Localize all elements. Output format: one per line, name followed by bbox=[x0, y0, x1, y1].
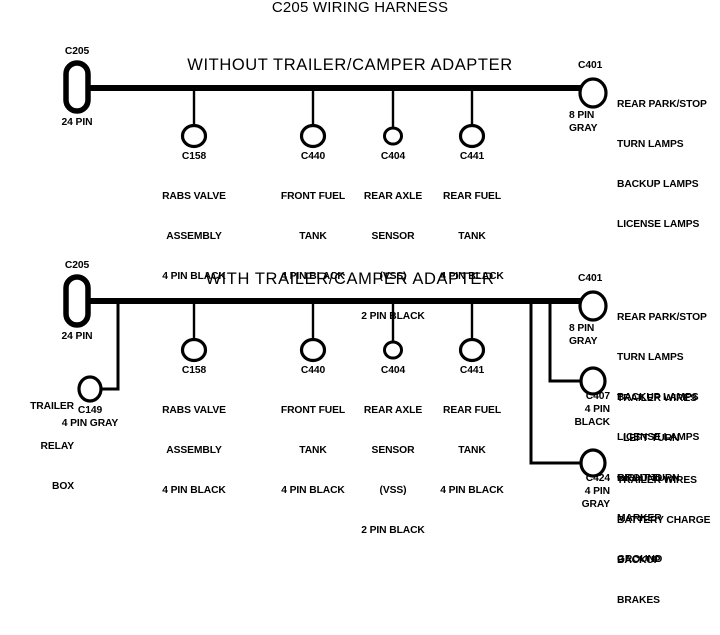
function-line: BACKUP bbox=[617, 555, 661, 567]
connector-c407-pins: 4 PIN bbox=[584, 404, 610, 415]
connector-c158-top-desc: RABS VALVE ASSEMBLY 4 PIN BLACK bbox=[144, 163, 244, 310]
connector-c149-shape bbox=[77, 375, 103, 403]
connector-c205-bottom-id: C205 bbox=[64, 260, 90, 271]
connector-c401-bottom-pins: 8 PIN bbox=[569, 323, 595, 334]
function-line: BATTERY CHARGE bbox=[617, 515, 711, 527]
trailer-relay-box-label: TRAILER RELAY BOX bbox=[4, 373, 74, 520]
desc-line: RABS VALVE bbox=[162, 404, 226, 416]
wiring-harness-diagram: C205 WIRING HARNESS WITHOUT TRAILER/CAMP… bbox=[0, 0, 720, 606]
relay-line: RELAY bbox=[40, 441, 75, 453]
function-line: REAR PARK/STOP bbox=[617, 98, 707, 110]
desc-line: 4 PIN BLACK bbox=[440, 485, 504, 497]
desc-line: TANK bbox=[458, 231, 486, 243]
desc-line: REAR FUEL bbox=[442, 404, 502, 416]
desc-line: TANK bbox=[458, 445, 486, 457]
section-heading-with-adapter: WITH TRAILER/CAMPER ADAPTER bbox=[205, 270, 495, 288]
connector-c440-top-shape bbox=[299, 123, 327, 149]
connector-c424-functions: TRAILER WIRES BATTERY CHARGE BACKUP BRAK… bbox=[617, 447, 720, 635]
function-line: TRAILER WIRES bbox=[617, 474, 697, 486]
function-line: REAR PARK/STOP bbox=[617, 311, 707, 323]
branch-c149-path bbox=[101, 301, 120, 391]
page-title: C205 WIRING HARNESS bbox=[271, 0, 449, 16]
function-line: BACKUP LAMPS bbox=[617, 179, 699, 191]
connector-c441-top-desc: REAR FUEL TANK 4 PIN BLACK bbox=[422, 163, 522, 310]
connector-c441-top-shape bbox=[458, 123, 486, 149]
connector-c401-top-pins: 8 PIN bbox=[569, 110, 595, 121]
connector-c441-bottom-desc: REAR FUEL TANK 4 PIN BLACK bbox=[422, 377, 522, 524]
function-line: BRAKES bbox=[617, 595, 660, 607]
function-line: LICENSE LAMPS bbox=[617, 219, 700, 231]
connector-c401-top-color: GRAY bbox=[569, 123, 598, 134]
function-line: TRAILER WIRES bbox=[617, 392, 697, 404]
connector-c401-top-functions: REAR PARK/STOP TURN LAMPS BACKUP LAMPS L… bbox=[617, 71, 720, 259]
relay-line: BOX bbox=[51, 481, 74, 493]
connector-c401-bottom-color: GRAY bbox=[569, 336, 598, 347]
desc-line: RABS VALVE bbox=[162, 190, 226, 202]
connector-c404-top-shape bbox=[383, 126, 403, 146]
connector-c441-bottom-shape bbox=[458, 337, 486, 363]
connector-c424-color: GRAY bbox=[581, 499, 611, 510]
desc-line: 2 PIN BLACK bbox=[361, 525, 425, 537]
connector-c205-bottom-pins: 24 PIN bbox=[61, 331, 93, 342]
connector-c205-top-id: C205 bbox=[64, 46, 90, 57]
connector-c407-id: C407 bbox=[585, 391, 610, 402]
connector-c149-pins-color: 4 PIN GRAY bbox=[61, 418, 119, 429]
connector-c205-top-pins: 24 PIN bbox=[61, 117, 93, 128]
desc-line: 2 PIN BLACK bbox=[361, 311, 425, 323]
connector-c158-bottom-id: C158 bbox=[181, 365, 207, 376]
connector-c440-bottom-shape bbox=[299, 337, 327, 363]
connector-c424-pins: 4 PIN bbox=[584, 486, 610, 497]
desc-line: 4 PIN BLACK bbox=[162, 485, 226, 497]
connector-c205-bottom-shape bbox=[63, 274, 91, 328]
function-line: TURN LAMPS bbox=[617, 352, 684, 364]
connector-c401-top-shape bbox=[578, 77, 608, 109]
desc-line: REAR FUEL bbox=[442, 190, 502, 202]
connector-c205-top-shape bbox=[63, 60, 91, 114]
desc-line: ASSEMBLY bbox=[166, 445, 222, 457]
connector-c401-top-id: C401 bbox=[578, 60, 603, 71]
connector-c407-color: BLACK bbox=[574, 417, 610, 428]
connector-c441-top-id: C441 bbox=[459, 151, 485, 162]
section-heading-without-adapter: WITHOUT TRAILER/CAMPER ADAPTER bbox=[187, 56, 513, 74]
connector-c158-bottom-shape bbox=[180, 337, 208, 363]
connector-c401-bottom-id: C401 bbox=[578, 273, 603, 284]
connector-c158-top-id: C158 bbox=[181, 151, 207, 162]
connector-c401-bottom-shape bbox=[578, 290, 608, 322]
function-line: TURN LAMPS bbox=[617, 139, 684, 151]
desc-line: ASSEMBLY bbox=[166, 231, 222, 243]
connector-c149-id: C149 bbox=[77, 405, 103, 416]
connector-c424-id: C424 bbox=[585, 473, 610, 484]
function-line: LEFT TURN bbox=[623, 433, 680, 445]
connector-c158-top-shape bbox=[180, 123, 208, 149]
connector-c158-bottom-desc: RABS VALVE ASSEMBLY 4 PIN BLACK bbox=[144, 377, 244, 524]
connector-c441-bottom-id: C441 bbox=[459, 365, 485, 376]
section-without-adapter-wires bbox=[63, 60, 608, 149]
